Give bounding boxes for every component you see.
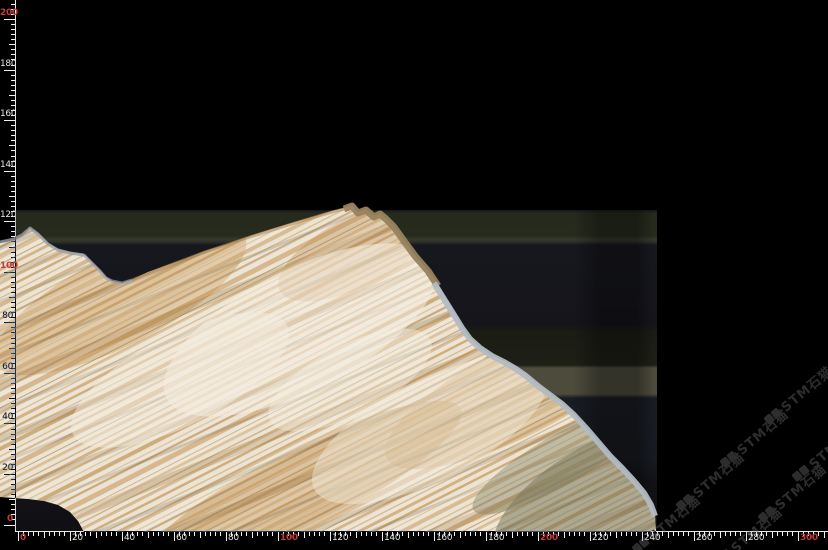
slab-viewer-canvas[interactable]: STM石猫 STM石猫 STM石猫 STM石猫 STM石猫 STM石猫 STM石… bbox=[0, 0, 828, 550]
stm-cat-logo-icon bbox=[763, 407, 782, 425]
stm-cat-logo-icon bbox=[791, 464, 810, 482]
stm-cat-logo-icon bbox=[757, 505, 776, 523]
stm-cat-logo-icon bbox=[719, 450, 738, 468]
slab-image[interactable] bbox=[0, 0, 828, 550]
stm-cat-logo-icon bbox=[675, 493, 694, 511]
stm-cat-logo-icon bbox=[631, 536, 650, 550]
